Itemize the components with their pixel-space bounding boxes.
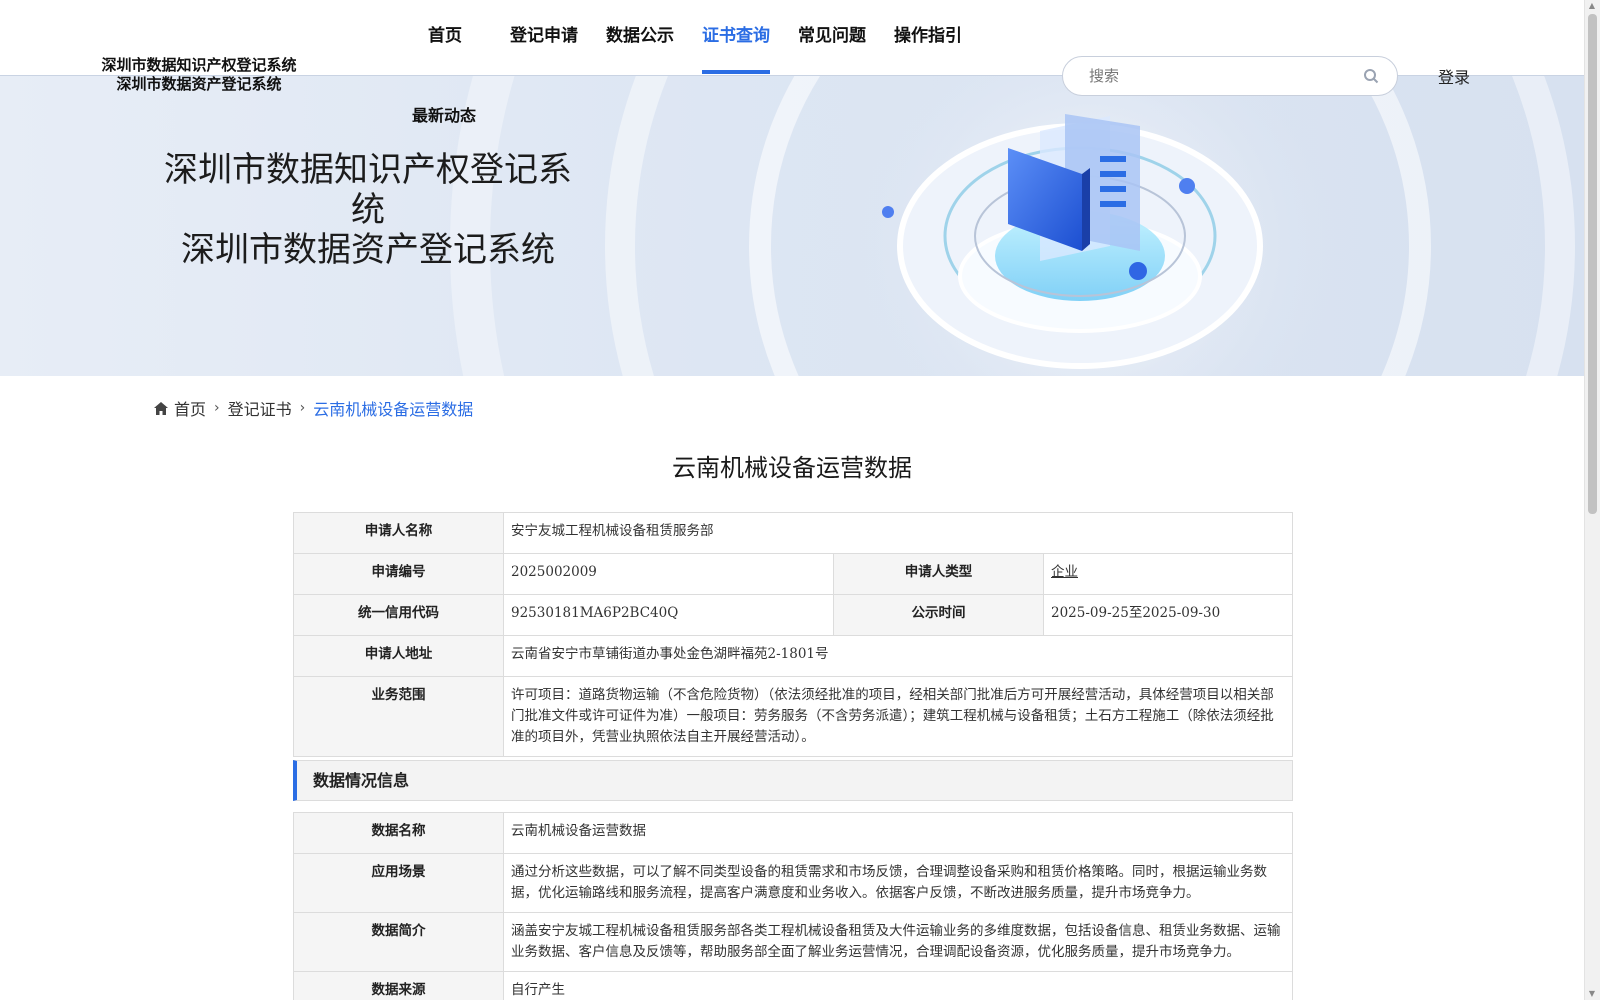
business-scope-label: 业务范围 (293, 676, 504, 757)
nav-faq[interactable]: 常见问题 (798, 24, 866, 76)
logo-line1: 深圳市数据知识产权登记系统 (101, 56, 297, 74)
table-row: 申请人地址 云南省安宁市草铺街道办事处金色湖畔福苑2-1801号 (293, 635, 1293, 677)
site-logo[interactable]: 深圳市数据知识产权登记系统 深圳市数据资产登记系统 (94, 56, 304, 94)
top-header: 深圳市数据知识产权登记系统 深圳市数据资产登记系统 首页 登记申请 数据公示 证… (0, 0, 1584, 96)
applicant-info-table: 申请人名称 安宁友城工程机械设备租赁服务部 申请编号 2025002009 申请… (293, 512, 1293, 757)
data-intro-value: 涵盖安宁友城工程机械设备租赁服务部各类工程机械设备租赁及大件运输业务的多维度数据… (503, 912, 1293, 972)
banner-title-line1: 深圳市数据知识产权登记系统 (164, 150, 572, 230)
home-icon[interactable] (154, 401, 168, 415)
hero-banner: 深圳市数据知识产权登记系统 深圳市数据资产登记系统 (0, 76, 1584, 376)
application-no-label: 申请编号 (293, 553, 504, 595)
nav-data-publicity[interactable]: 数据公示 (606, 24, 674, 76)
scenario-label: 应用场景 (293, 853, 504, 913)
table-row: 应用场景 通过分析这些数据，可以了解不同类型设备的租赁需求和市场反馈，合理调整设… (293, 853, 1293, 913)
banner-title: 深圳市数据知识产权登记系统 深圳市数据资产登记系统 (148, 150, 588, 270)
application-no-value: 2025002009 (503, 553, 834, 595)
search-input[interactable] (1089, 65, 1349, 87)
publicity-time-value: 2025-09-25至2025-09-30 (1043, 594, 1293, 636)
publicity-time-label: 公示时间 (833, 594, 1044, 636)
page-title: 云南机械设备运营数据 (672, 454, 912, 482)
nav-home[interactable]: 首页 (428, 24, 462, 76)
applicant-type-label: 申请人类型 (833, 553, 1044, 595)
applicant-address-value: 云南省安宁市草铺街道办事处金色湖畔福苑2-1801号 (503, 635, 1293, 677)
chevron-right-icon: › (299, 400, 306, 416)
table-row: 统一信用代码 92530181MA6P2BC40Q 公示时间 2025-09-2… (293, 594, 1293, 636)
table-row: 业务范围 许可项目：道路货物运输（不含危险货物）（依法须经批准的项目，经相关部门… (293, 676, 1293, 757)
credit-code-label: 统一信用代码 (293, 594, 504, 636)
data-info-section-header: 数据情况信息 (293, 760, 1293, 801)
table-row: 数据来源 自行产生 (293, 971, 1293, 1000)
breadcrumb: 首页 › 登记证书 › 云南机械设备运营数据 (154, 396, 473, 420)
data-name-label: 数据名称 (293, 812, 504, 854)
applicant-type-value: 企业 (1043, 553, 1293, 595)
scrollbar-thumb[interactable] (1588, 14, 1597, 514)
applicant-address-label: 申请人地址 (293, 635, 504, 677)
table-row: 申请人名称 安宁友城工程机械设备租赁服务部 (293, 512, 1293, 554)
scroll-down-icon[interactable]: ▼ (1588, 990, 1596, 998)
logo-line2: 深圳市数据资产登记系统 (116, 75, 282, 93)
nav-certificate-query[interactable]: 证书查询 (702, 24, 770, 76)
scenario-value: 通过分析这些数据，可以了解不同类型设备的租赁需求和市场反馈，合理调整设备采购和租… (503, 853, 1293, 913)
credit-code-value: 92530181MA6P2BC40Q (503, 594, 834, 636)
applicant-name-label: 申请人名称 (293, 512, 504, 554)
data-info-table: 数据名称 云南机械设备运营数据 应用场景 通过分析这些数据，可以了解不同类型设备… (293, 812, 1293, 1000)
breadcrumb-certificates[interactable]: 登记证书 (228, 396, 292, 420)
vertical-scrollbar[interactable]: ▲ ▼ (1584, 0, 1600, 1000)
chevron-right-icon: › (214, 400, 220, 416)
applicant-type-link[interactable]: 企业 (1051, 564, 1078, 580)
nav-guide[interactable]: 操作指引 (894, 24, 962, 76)
table-row: 申请编号 2025002009 申请人类型 企业 (293, 553, 1293, 595)
breadcrumb-home[interactable]: 首页 (174, 396, 206, 420)
search-icon[interactable] (1363, 68, 1379, 84)
table-row: 数据简介 涵盖安宁友城工程机械设备租赁服务部各类工程机械设备租赁及大件运输业务的… (293, 912, 1293, 972)
table-row: 数据名称 云南机械设备运营数据 (293, 812, 1293, 854)
scroll-up-icon[interactable]: ▲ (1588, 2, 1596, 10)
business-scope-value: 许可项目：道路货物运输（不含危险货物）（依法须经批准的项目，经相关部门批准后方可… (503, 676, 1293, 757)
nav-latest-news[interactable]: 最新动态 (412, 102, 476, 126)
data-name-value: 云南机械设备运营数据 (503, 812, 1293, 854)
data-intro-label: 数据简介 (293, 912, 504, 972)
breadcrumb-current: 云南机械设备运营数据 (313, 400, 474, 419)
banner-title-line2: 深圳市数据资产登记系统 (181, 230, 555, 270)
applicant-name-value: 安宁友城工程机械设备租赁服务部 (503, 512, 1293, 554)
login-link[interactable]: 登录 (1438, 64, 1470, 88)
search-box (1062, 56, 1398, 96)
data-source-value: 自行产生 (503, 971, 1293, 1000)
data-source-label: 数据来源 (293, 971, 504, 1000)
nav-register-apply[interactable]: 登记申请 (510, 24, 578, 76)
